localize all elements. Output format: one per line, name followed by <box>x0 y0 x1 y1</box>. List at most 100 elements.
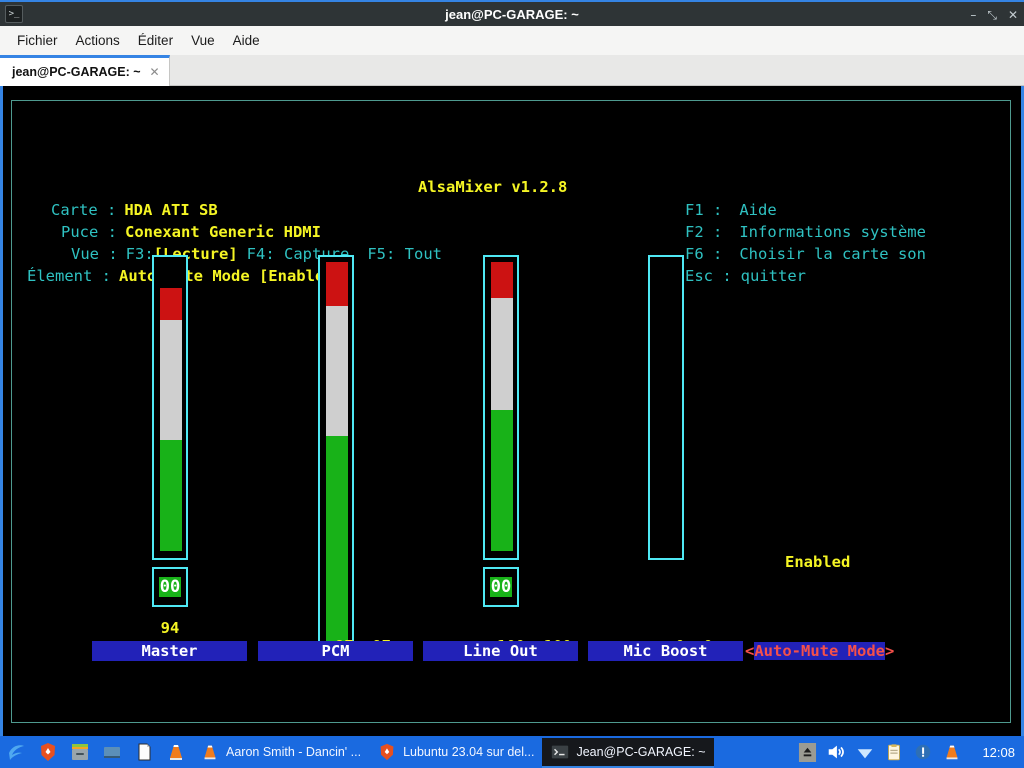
help-text-f6[interactable]: Choisir la carte son <box>739 245 926 263</box>
desktop: >_ jean@PC-GARAGE: ~ – ⤡ ✕ Fichier Actio… <box>0 0 1024 768</box>
card-row: Carte : HDA ATI SB <box>51 199 218 221</box>
text-editor-icon <box>138 743 151 761</box>
bar-segment-white <box>491 298 513 410</box>
eject-icon[interactable] <box>798 742 817 763</box>
item-label: Élement : <box>27 267 111 285</box>
channel-name-line-out[interactable]: Line Out <box>423 641 578 661</box>
bar-segment-red <box>160 288 182 320</box>
channel-value-master: 94 <box>160 619 180 637</box>
help-key-f2: F2 : <box>685 223 723 241</box>
mute-box-master[interactable]: 00 <box>152 567 188 607</box>
menu-editer[interactable]: Éditer <box>129 30 182 51</box>
help-row-esc: Esc : quitter <box>685 265 806 287</box>
taskbar-launcher-lubuntu-menu[interactable] <box>0 736 32 768</box>
enum-value-auto-mute: Enabled <box>785 553 851 571</box>
alsamixer-title: AlsaMixer v1.2.8 <box>412 178 574 196</box>
clipboard-icon[interactable] <box>884 742 904 763</box>
view-row: Vue : F3:[Lecture] F4: Capture F5: Tout <box>71 243 442 265</box>
taskbar-window-label: Lubuntu 23.04 sur del... <box>403 745 535 759</box>
taskbar-launcher-brave[interactable] <box>32 736 64 768</box>
terminal-icon: >_ <box>5 5 23 23</box>
vlc-tray-icon[interactable] <box>942 742 962 762</box>
view-f3-key[interactable]: F3: <box>126 245 154 263</box>
taskbar-launcher-show-desktop[interactable] <box>96 736 128 768</box>
channel-bar-master[interactable] <box>152 255 188 560</box>
show-desktop-icon <box>104 747 120 758</box>
taskbar-window-brave[interactable]: Lubuntu 23.04 sur del... <box>369 736 542 768</box>
tab-label: jean@PC-GARAGE: ~ <box>12 65 141 79</box>
enum-label: Auto-Mute Mode <box>754 642 885 660</box>
help-row-f6: F6 : Choisir la carte son <box>685 243 926 265</box>
view-label: Vue : <box>71 245 118 263</box>
brave-browser-icon <box>380 743 394 761</box>
channel-bar-mic-boost[interactable] <box>648 255 684 560</box>
bar-segment-red <box>326 262 348 306</box>
bar-segment-red <box>491 262 513 298</box>
enum-bracket-close: > <box>885 642 895 660</box>
help-text-f2[interactable]: Informations système <box>739 223 926 241</box>
taskbar-window-vlc[interactable]: Aaron Smith - Dancin' ... <box>192 736 369 768</box>
help-text-esc[interactable]: quitter <box>741 267 806 285</box>
taskbar: Aaron Smith - Dancin' ... Lubuntu 23.04 … <box>0 736 1024 768</box>
terminal-icon <box>552 745 569 758</box>
channel-bar-line-out[interactable] <box>483 255 519 560</box>
help-key-f6: F6 : <box>685 245 723 263</box>
channel-name-pcm[interactable]: PCM <box>258 641 413 661</box>
tab-terminal-0[interactable]: jean@PC-GARAGE: ~ ✕ <box>0 55 170 86</box>
channel-name-master[interactable]: Master <box>92 641 247 661</box>
view-f5[interactable]: F5: Tout <box>367 245 442 263</box>
taskbar-window-label: Jean@PC-GARAGE: ~ <box>576 744 706 759</box>
brave-browser-icon <box>41 743 55 761</box>
close-icon[interactable]: ✕ <box>150 65 160 79</box>
mute-value-master: 00 <box>158 577 182 597</box>
network-wifi-icon[interactable] <box>855 742 875 762</box>
bar-segment-green <box>160 440 182 551</box>
file-manager-icon <box>72 744 88 760</box>
chip-label: Puce : <box>61 223 117 241</box>
chip-row: Puce : Conexant Generic HDMI <box>61 221 321 243</box>
menu-fichier[interactable]: Fichier <box>8 30 67 51</box>
close-button[interactable]: ✕ <box>1008 9 1018 21</box>
minimize-button[interactable]: – <box>970 9 976 21</box>
menu-actions[interactable]: Actions <box>67 30 129 51</box>
taskbar-clock[interactable]: 12:08 <box>982 745 1015 760</box>
window-controls: – ⤡ ✕ <box>970 2 1018 28</box>
vlc-icon <box>204 745 216 760</box>
bar-segment-white <box>326 306 348 436</box>
menu-vue[interactable]: Vue <box>182 30 224 51</box>
menubar: Fichier Actions Éditer Vue Aide <box>0 26 1024 55</box>
help-key-esc: Esc : <box>685 267 732 285</box>
taskbar-launcher-file-manager[interactable] <box>64 736 96 768</box>
help-row-f2: F2 : Informations système <box>685 221 926 243</box>
chip-value: Conexant Generic HDMI <box>125 223 321 241</box>
bar-segment-green <box>326 436 348 644</box>
enum-bracket-open: < <box>745 642 755 660</box>
card-value: HDA ATI SB <box>124 201 218 219</box>
maximize-button[interactable]: ⤡ <box>987 9 997 21</box>
channel-name-mic-boost[interactable]: Mic Boost <box>588 641 743 661</box>
bar-segment-green <box>491 410 513 551</box>
lubuntu-menu-icon <box>9 745 24 760</box>
system-tray <box>798 736 962 768</box>
terminal-area[interactable]: Carte : HDA ATI SB Puce : Conexant Generic… <box>0 86 1024 736</box>
tabbar: jean@PC-GARAGE: ~ ✕ <box>0 55 1024 86</box>
help-row-f1: F1 : Aide <box>685 199 777 221</box>
window-title: jean@PC-GARAGE: ~ <box>445 6 579 22</box>
help-text-f1[interactable]: Aide <box>739 201 776 219</box>
enum-name-auto-mute[interactable]: <Auto-Mute Mode> <box>745 641 894 661</box>
mute-box-line-out[interactable]: 00 <box>483 567 519 607</box>
volume-icon[interactable] <box>826 742 846 762</box>
taskbar-window-terminal[interactable]: Jean@PC-GARAGE: ~ <box>542 737 714 768</box>
vlc-icon <box>170 745 182 760</box>
window-titlebar: >_ jean@PC-GARAGE: ~ – ⤡ ✕ <box>0 0 1024 26</box>
channel-bar-pcm[interactable] <box>318 255 354 651</box>
card-label: Carte : <box>51 201 117 219</box>
menu-aide[interactable]: Aide <box>224 30 269 51</box>
help-key-f1: F1 : <box>685 201 723 219</box>
bar-segment-white <box>160 320 182 440</box>
taskbar-window-label: Aaron Smith - Dancin' ... <box>226 745 362 759</box>
taskbar-launcher-text-editor[interactable] <box>128 736 160 768</box>
update-notifier-icon[interactable] <box>913 742 933 762</box>
taskbar-launcher-vlc[interactable] <box>160 736 192 768</box>
mute-value-line-out: 00 <box>489 577 513 597</box>
